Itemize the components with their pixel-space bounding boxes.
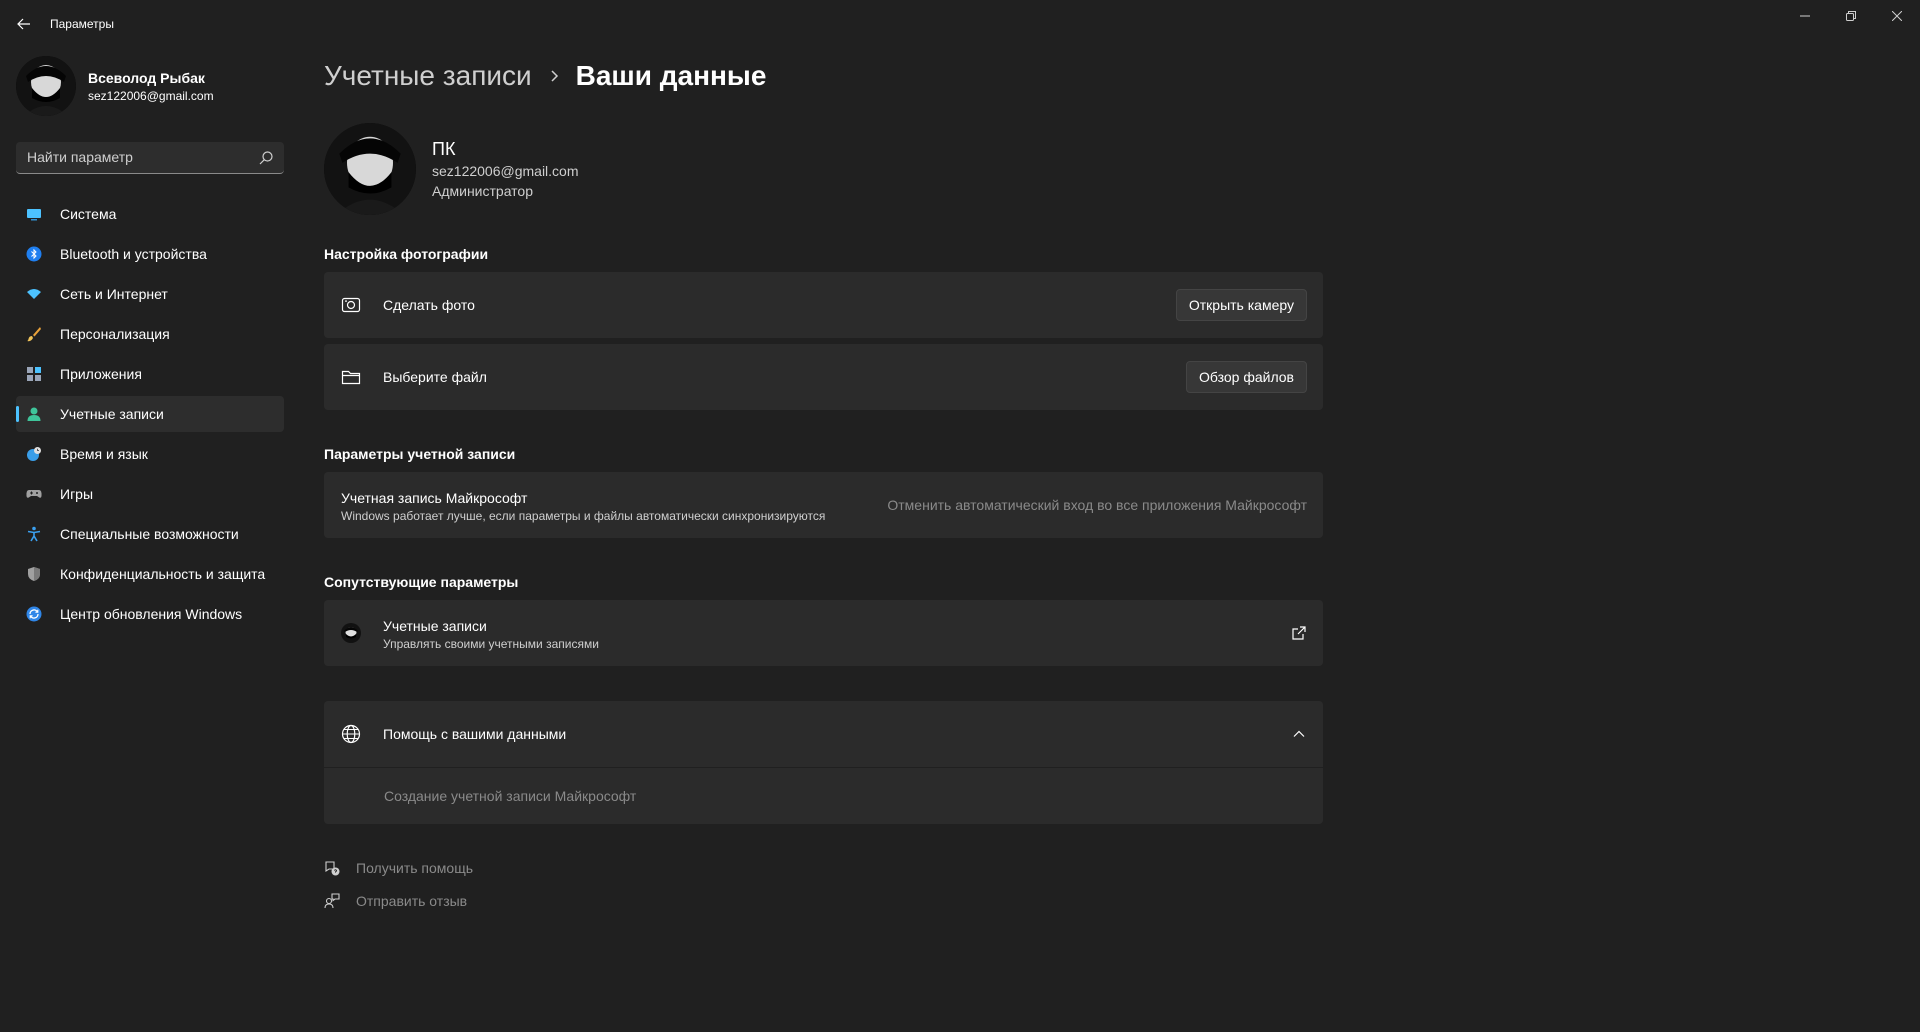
open-camera-button[interactable]: Открыть камеру [1175, 289, 1307, 321]
browse-files-button[interactable]: Обзор файлов [1186, 361, 1307, 393]
apps-icon [27, 367, 41, 381]
sidebar-item-label: Сеть и Интернет [60, 286, 168, 302]
sidebar-item-label: Время и язык [60, 446, 148, 462]
sidebar-item-label: Bluetooth и устройства [60, 246, 207, 262]
bluetooth-icon [26, 246, 42, 262]
sidebar-item-label: Персонализация [60, 326, 170, 342]
choose-file-card: Выберите файл Обзор файлов [324, 344, 1323, 410]
avatar-image [16, 56, 76, 116]
accessibility-icon [27, 526, 41, 542]
help-expander-body: Создание учетной записи Майкрософт [324, 768, 1323, 824]
camera-icon [341, 297, 361, 313]
sidebar-item-system[interactable]: Система [16, 196, 284, 232]
shield-icon [28, 567, 40, 581]
get-help-label: Получить помощь [356, 860, 474, 876]
search-icon[interactable] [258, 150, 274, 166]
external-link-icon [1292, 626, 1306, 640]
back-button[interactable] [14, 14, 34, 34]
profile-name: Всеволод Рыбак [88, 70, 205, 86]
sidebar-item-network[interactable]: Сеть и Интернет [16, 276, 284, 312]
breadcrumb-parent[interactable]: Учетные записи [324, 60, 532, 92]
ms-account-title: Учетная запись Майкрософт [341, 490, 528, 506]
photo-settings-heading: Настройка фотографии [324, 246, 489, 262]
ms-account-card: Учетная запись Майкрософт Windows работа… [324, 472, 1323, 538]
profile-avatar[interactable] [16, 56, 76, 116]
sidebar-item-accessibility[interactable]: Специальные возможности [16, 516, 284, 552]
sidebar-item-label: Игры [60, 486, 94, 502]
account-settings-heading: Параметры учетной записи [324, 446, 516, 462]
brush-icon [27, 327, 41, 342]
accounts-link-title: Учетные записи [383, 618, 487, 634]
ms-account-subtitle: Windows работает лучше, если параметры и… [341, 509, 826, 523]
minimize-icon [1800, 15, 1810, 17]
wifi-icon [27, 289, 41, 299]
system-icon [27, 209, 41, 221]
sidebar-item-personalization[interactable]: Персонализация [16, 316, 284, 352]
gamepad-icon [26, 490, 42, 498]
sidebar: Всеволод Рыбак sez122006@gmail.com Систе… [0, 48, 300, 1032]
chevron-right-icon [551, 70, 558, 82]
send-feedback-link[interactable]: Отправить отзыв [324, 891, 467, 911]
account-avatar-icon [341, 623, 361, 643]
avatar-image [324, 123, 416, 215]
update-icon [26, 606, 42, 622]
related-settings-heading: Сопутствующие параметры [324, 574, 519, 590]
sidebar-item-label: Приложения [60, 366, 142, 382]
close-button[interactable] [1874, 0, 1920, 32]
globe-icon [341, 724, 361, 744]
help-icon [325, 861, 340, 876]
restore-icon [1846, 11, 1856, 21]
sidebar-item-label: Система [60, 206, 117, 222]
app-title: Параметры [50, 17, 114, 31]
choose-file-label: Выберите файл [383, 369, 487, 385]
help-expander-header[interactable]: Помощь с вашими данными [324, 701, 1323, 767]
sidebar-item-label: Учетные записи [60, 406, 164, 422]
send-feedback-label: Отправить отзыв [356, 893, 468, 909]
sidebar-item-label: Центр обновления Windows [60, 606, 243, 622]
chevron-up-icon [1293, 730, 1305, 737]
sidebar-item-accounts[interactable]: Учетные записи [16, 396, 284, 432]
search-input[interactable] [16, 142, 246, 172]
user-avatar [324, 123, 416, 215]
user-name: ПК [432, 139, 456, 159]
take-photo-label: Сделать фото [383, 297, 475, 313]
page-title: Ваши данные [575, 60, 767, 91]
feedback-icon [324, 893, 340, 909]
create-ms-account-link[interactable]: Создание учетной записи Майкрософт [384, 788, 636, 804]
user-role: Администратор [432, 183, 534, 199]
sidebar-item-gaming[interactable]: Игры [16, 476, 284, 512]
sidebar-item-apps[interactable]: Приложения [16, 356, 284, 392]
help-title: Помощь с вашими данными [383, 726, 567, 742]
back-arrow-icon [17, 18, 30, 30]
folder-icon [341, 370, 361, 385]
restore-button[interactable] [1828, 0, 1874, 32]
take-photo-card: Сделать фото Открыть камеру [324, 272, 1323, 338]
person-icon [27, 407, 41, 421]
sidebar-item-windows-update[interactable]: Центр обновления Windows [16, 596, 284, 632]
search-box [16, 142, 284, 174]
breadcrumb: Учетные записи Ваши данные [324, 56, 766, 96]
globe-clock-icon [27, 447, 41, 461]
close-icon [1892, 11, 1902, 21]
sidebar-nav: Система Bluetooth и устройства Сеть и Ин… [16, 196, 284, 636]
sidebar-item-privacy[interactable]: Конфиденциальность и защита [16, 556, 284, 592]
get-help-link[interactable]: Получить помощь [324, 858, 473, 878]
settings-window: Параметры Всеволод Рыбак sez122006@gmail… [0, 0, 1920, 1032]
profile-email: sez122006@gmail.com [88, 89, 214, 103]
disable-auto-signin-link[interactable]: Отменить автоматический вход во все прил… [887, 497, 1307, 513]
accounts-link-card[interactable]: Учетные записи Управлять своими учетными… [324, 600, 1323, 666]
minimize-button[interactable] [1782, 0, 1828, 32]
accounts-link-subtitle: Управлять своими учетными записями [383, 637, 599, 651]
sidebar-item-label: Конфиденциальность и защита [60, 566, 266, 582]
sidebar-item-label: Специальные возможности [60, 526, 239, 542]
sidebar-item-time-language[interactable]: Время и язык [16, 436, 284, 472]
title-bar: Параметры [0, 0, 1920, 48]
user-email: sez122006@gmail.com [432, 163, 579, 179]
sidebar-item-bluetooth[interactable]: Bluetooth и устройства [16, 236, 284, 272]
